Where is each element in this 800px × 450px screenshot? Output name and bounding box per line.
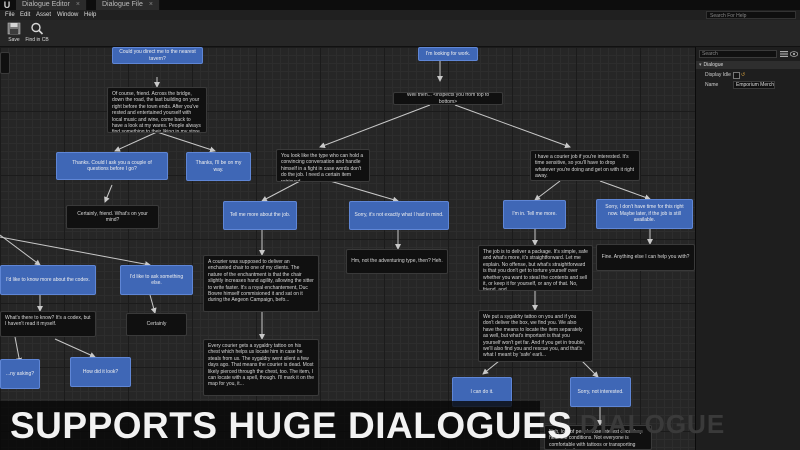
menu-bar: File Edit Asset Window Help [0, 10, 800, 20]
npc-node[interactable]: Certainly, friend. What's on your mind? [66, 205, 159, 229]
details-section-dialogue[interactable]: ▾ Dialogue [696, 61, 800, 69]
npc-node[interactable]: The job is to deliver a package. It's si… [478, 245, 593, 291]
name-field[interactable]: Emporium Merchant [733, 81, 775, 89]
player-node[interactable]: ...ny asking? [0, 359, 40, 389]
title-bar: U Dialogue Editor × Dialogue File × [0, 0, 800, 10]
player-node[interactable]: How did it look? [70, 357, 131, 387]
reset-icon[interactable]: ↺ [741, 71, 745, 79]
close-icon[interactable]: × [149, 1, 153, 8]
tab-dialogue-editor[interactable]: Dialogue Editor × [16, 0, 87, 10]
menu-help[interactable]: Help [84, 10, 96, 20]
player-node[interactable]: Sorry, I don't have time for this right … [596, 199, 693, 229]
npc-node[interactable]: Every courier gets a sygaldry tattoo on … [203, 339, 319, 396]
display-idle-label: Display Idle [705, 72, 731, 78]
player-node[interactable]: I'm looking for work. [418, 47, 478, 61]
tab-dialogue-file[interactable]: Dialogue File × [96, 0, 160, 10]
npc-node[interactable]: What's there to know? It's a codex, but … [0, 311, 96, 337]
display-idle-checkbox[interactable] [733, 72, 740, 79]
display-idle-row: Display Idle ↺ [696, 70, 800, 80]
toolbar: Save Find in CB [0, 20, 800, 47]
npc-node[interactable]: A courier was supposed to deliver an enc… [203, 255, 319, 312]
player-node[interactable]: Sorry, not interested. [570, 377, 631, 407]
watermark-text: DIALOGUE [580, 409, 726, 439]
banner-headline: SUPPORTS HUGE DIALOGUES [10, 405, 573, 446]
menu-window[interactable]: Window [57, 10, 78, 20]
name-label: Name [705, 82, 719, 88]
npc-node[interactable]: Of course, friend. Across the bridge, do… [107, 87, 207, 133]
find-in-cb-label: Find in CB [25, 37, 49, 43]
dialogue-graph[interactable]: Could you direct me to the nearest taver… [0, 47, 695, 450]
chevron-down-icon: ▾ [699, 62, 702, 68]
player-node[interactable]: Could you direct me to the nearest taver… [112, 47, 203, 64]
magnifier-icon [31, 22, 44, 35]
close-icon[interactable]: × [76, 1, 80, 8]
player-node[interactable]: Tell me more about the job. [223, 201, 297, 230]
view-options-icon[interactable] [780, 51, 788, 57]
npc-node[interactable]: Certainly [126, 313, 187, 336]
npc-node[interactable]: Hm, not the adventuring type, then? Heh. [346, 249, 448, 274]
player-node[interactable]: Thanks. Could I ask you a couple of ques… [56, 152, 168, 180]
menu-asset[interactable]: Asset [36, 10, 51, 20]
unreal-logo-icon: U [3, 0, 11, 10]
npc-node[interactable]: We put a sygaldry tattoo on you and if y… [478, 310, 593, 362]
npc-node[interactable]: I have a courier job if you're intereste… [530, 150, 640, 181]
player-node[interactable]: I'd like to know more about the codex. [0, 265, 96, 295]
eye-icon[interactable] [790, 51, 798, 57]
name-row: Name Emporium Merchant [696, 80, 800, 90]
player-node[interactable]: I'd like to ask something else. [120, 265, 193, 295]
npc-node[interactable]: Well then... <inspects you from top to b… [393, 92, 503, 105]
help-search-input[interactable]: Search For Help [706, 11, 796, 19]
npc-node[interactable]: You look like the type who can hold a co… [276, 149, 370, 182]
tab-label: Dialogue File [102, 1, 143, 8]
player-node[interactable]: Thanks, I'll be on my way. [186, 152, 251, 181]
menu-file[interactable]: File [5, 10, 15, 20]
player-node[interactable]: Sorry, it's not exactly what I had in mi… [349, 201, 449, 230]
menu-edit[interactable]: Edit [20, 10, 30, 20]
section-label: Dialogue [703, 62, 724, 68]
tab-label: Dialogue Editor [22, 1, 70, 8]
find-in-cb-button[interactable]: Find in CB [24, 21, 50, 45]
npc-node[interactable]: Fine. Anything else I can help you with? [596, 244, 695, 271]
npc-node-edge[interactable] [0, 52, 10, 74]
player-node[interactable]: I'm in. Tell me more. [503, 200, 566, 229]
details-search-input[interactable]: Search [699, 50, 777, 58]
save-icon [7, 22, 21, 35]
details-panel: Search ▾ Dialogue Display Idle ↺ Name Emp… [695, 47, 800, 450]
